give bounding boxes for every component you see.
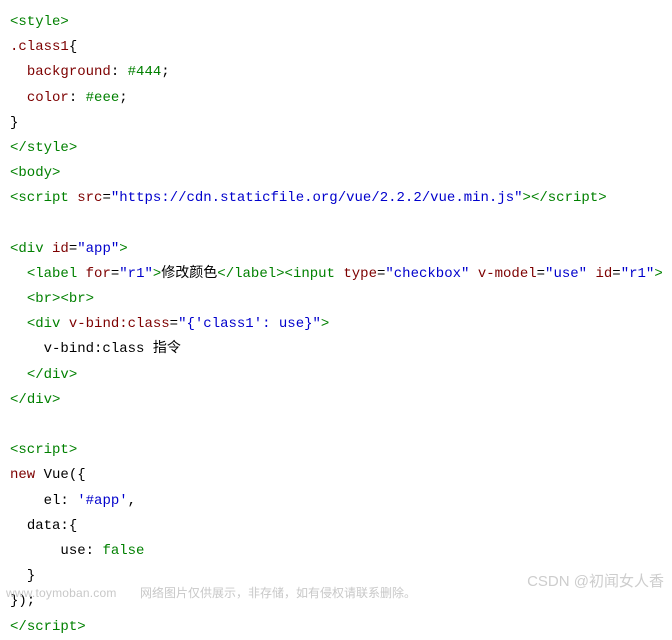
code-line: el: '#app', [10, 493, 136, 509]
code-line: </script> [10, 619, 86, 635]
code-line: <script src="https://cdn.staticfile.org/… [10, 190, 607, 206]
code-line: <div v-bind:class="{'class1': use}"> [10, 316, 329, 332]
watermark-note: 网络图片仅供展示，非存储，如有侵权请联系删除。 [140, 583, 416, 605]
code-block: <style> .class1{ background: #444; color… [10, 10, 662, 640]
code-line: background: #444; [10, 64, 170, 80]
code-line: </div> [10, 392, 60, 408]
code-line: </div> [10, 367, 77, 383]
code-line: } [10, 115, 18, 131]
code-line: new Vue({ [10, 467, 86, 483]
code-line: data:{ [10, 518, 77, 534]
code-line: } [10, 568, 35, 584]
watermark-url: www.toymoban.com [6, 583, 117, 605]
code-line: <body> [10, 165, 60, 181]
code-line: <label for="r1">修改颜色</label><input type=… [10, 266, 663, 282]
code-line: v-bind:class 指令 [10, 341, 181, 357]
code-line: color: #eee; [10, 90, 128, 106]
code-line: <script> [10, 442, 77, 458]
code-line: <div id="app"> [10, 241, 128, 257]
watermark-author: CSDN @初闻女人香 [527, 568, 664, 595]
code-line: .class1{ [10, 39, 77, 55]
code-line: use: false [10, 543, 144, 559]
code-line: <style> [10, 14, 69, 30]
code-line: </style> [10, 140, 77, 156]
code-line: <br><br> [10, 291, 94, 307]
